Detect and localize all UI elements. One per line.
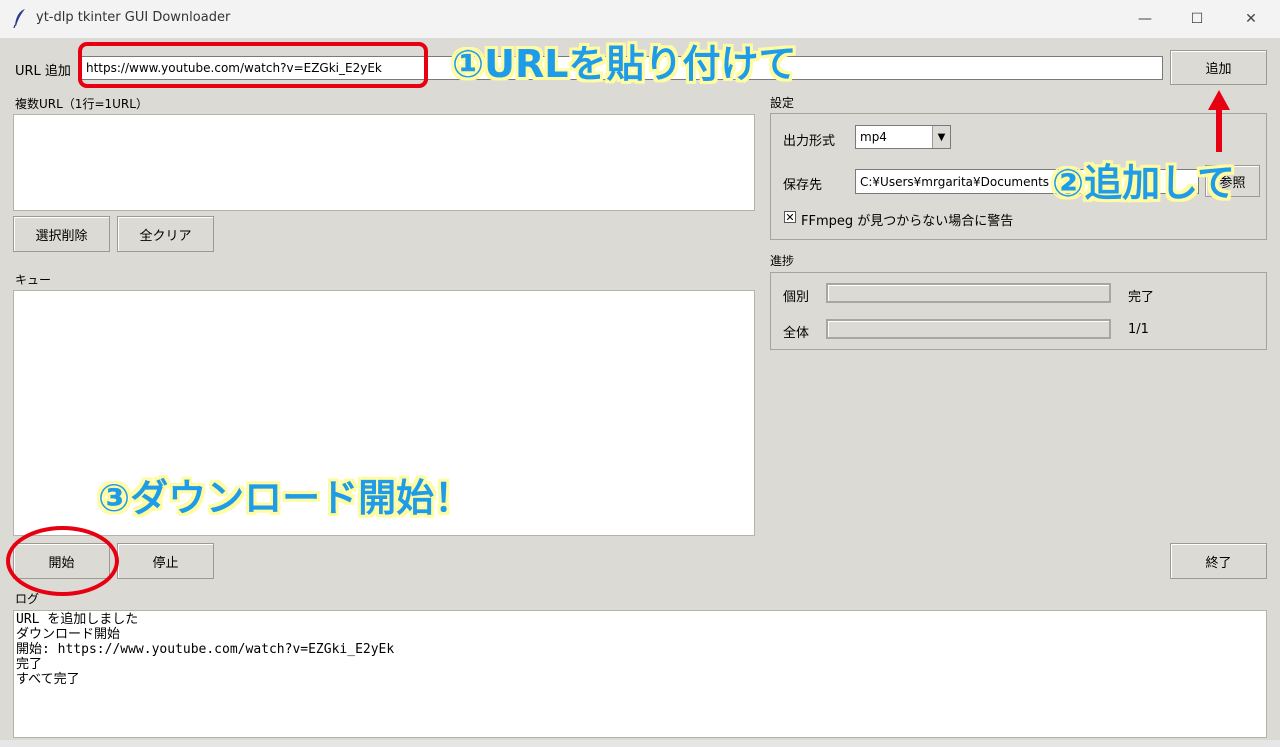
bottom-strip [0,740,1280,747]
minimize-button[interactable]: — [1118,0,1172,38]
ffmpeg-warning-checkbox[interactable]: ✕ [784,211,796,223]
arrow-up-icon [1208,90,1230,152]
ffmpeg-warning-label: FFmpeg が見つからない場合に警告 [801,214,1014,229]
progress-label: 進捗 [770,254,795,268]
format-select[interactable]: mp4 ▼ [855,125,951,149]
item-progress-label: 個別 [783,290,810,305]
url-highlight-box [78,42,428,88]
log-label: ログ [15,592,40,606]
stop-button[interactable]: 停止 [117,543,214,579]
dropdown-arrow-icon[interactable]: ▼ [932,126,950,148]
format-label: 出力形式 [783,134,836,149]
annotation-step3: ③ダウンロード開始！ [98,476,473,520]
tk-feather-icon [13,9,25,28]
total-progress-status: 1/1 [1128,322,1149,337]
start-highlight-ellipse [6,526,119,596]
quit-button[interactable]: 終了 [1170,543,1267,579]
url-add-label: URL 追加 [15,64,71,79]
annotation-step1: ①URLを貼り付けて [452,42,797,86]
log-text[interactable]: URL を追加しました ダウンロード開始 開始: https://www.you… [13,610,1267,738]
queue-label: キュー [15,273,52,287]
delete-selected-button[interactable]: 選択削除 [13,216,110,252]
settings-label: 設定 [770,96,795,110]
window-title: yt-dlp tkinter GUI Downloader [36,10,231,25]
title-bar: yt-dlp tkinter GUI Downloader — ☐ ✕ [0,0,1280,38]
item-progress-status: 完了 [1128,290,1155,305]
close-button[interactable]: ✕ [1224,0,1278,38]
maximize-button[interactable]: ☐ [1170,0,1224,38]
item-progress-bar [826,283,1111,303]
clear-all-button[interactable]: 全クリア [117,216,214,252]
multi-url-textarea[interactable] [13,114,755,211]
total-progress-label: 全体 [783,326,810,341]
annotation-step2: ②追加して [1052,161,1236,205]
format-value: mp4 [860,130,887,144]
save-dir-label: 保存先 [783,178,823,193]
add-url-button[interactable]: 追加 [1170,50,1267,85]
multi-url-label: 複数URL（1行=1URL） [15,97,148,111]
total-progress-bar [826,319,1111,339]
